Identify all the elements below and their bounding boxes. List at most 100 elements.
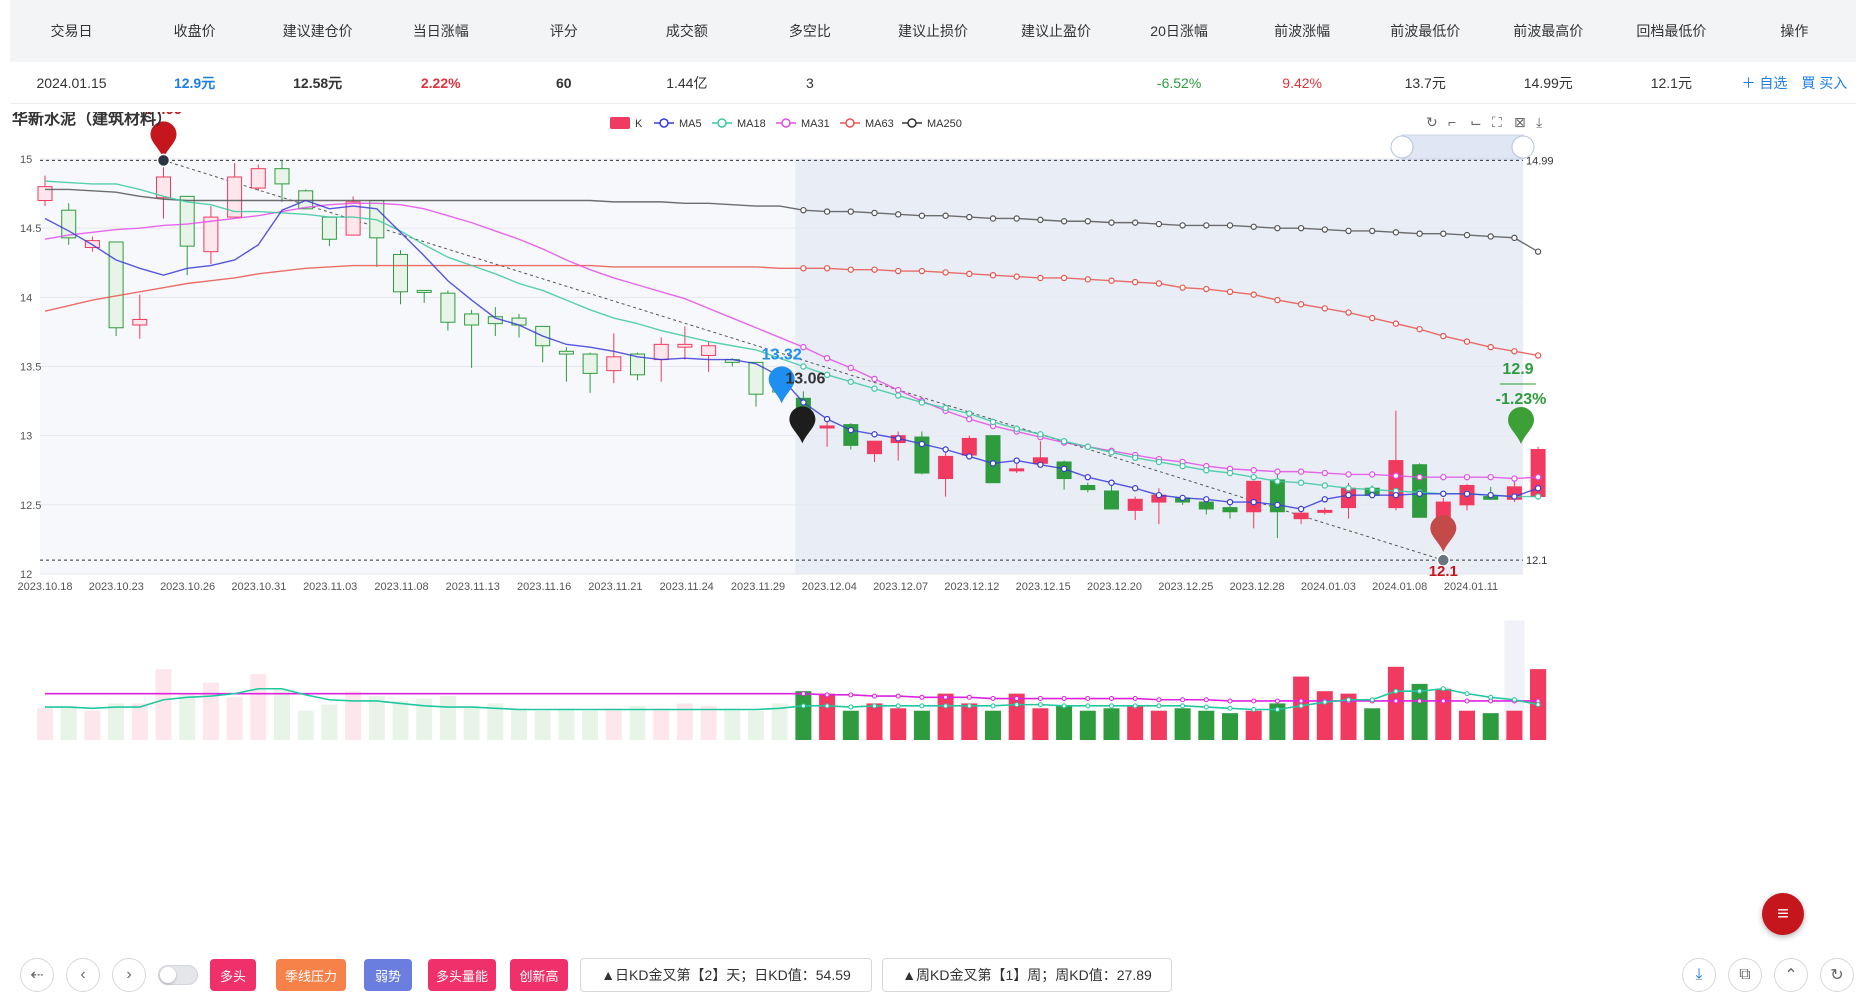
x-tick-label: 2023.12.04 <box>802 581 857 593</box>
cell-close: 12.9元 <box>173 74 216 91</box>
cell-ratio: 3 <box>806 74 814 91</box>
volume-ma-short-point <box>1393 688 1399 694</box>
ma250-line-point <box>1084 218 1092 225</box>
ma63-line-point <box>1013 273 1020 280</box>
candle-body <box>1198 501 1214 510</box>
ma18-line-point <box>1131 454 1139 461</box>
ma5-line-point <box>1297 505 1305 513</box>
volume-bar <box>179 693 196 740</box>
arrow-left-icon[interactable]: ⇠ <box>20 958 54 992</box>
ma18-line-point <box>1321 482 1329 489</box>
volume-ma-short-point <box>1274 707 1280 712</box>
ma5-line-point <box>1368 491 1376 499</box>
ma250-line-point <box>1274 224 1281 232</box>
table-header: 交易日 收盘价 建议建仓价 当日涨幅 评分 成交额 多空比 建议止损价 建议止盈价 20日涨幅 前波… <box>10 0 1856 62</box>
ma63-line-point <box>1440 332 1447 340</box>
download-icon[interactable]: ⤓ <box>1536 114 1542 130</box>
candle-body <box>1127 498 1143 511</box>
header-cell: 成交额 <box>665 23 708 39</box>
buy-button[interactable]: 買 买入 <box>1801 73 1847 93</box>
ma250-line-point <box>1392 229 1400 236</box>
volume-ma-short-point <box>1417 688 1423 694</box>
copy-icon[interactable]: ⧉ <box>1728 958 1762 992</box>
header-cell: 收盘价 <box>173 23 216 39</box>
cell-build-price: 12.58元 <box>293 74 343 91</box>
tag-bull[interactable]: 多头 <box>210 959 256 991</box>
expand-icon[interactable]: ⛶ <box>1492 114 1502 130</box>
candle-body <box>1009 468 1025 472</box>
crop-icon[interactable]: ⌐ <box>1448 114 1456 130</box>
ma31-line-point <box>966 415 973 423</box>
ma5-line-point <box>989 460 997 467</box>
close-box-icon[interactable]: ⊠ <box>1514 114 1526 130</box>
zoom-handle-left[interactable] <box>1390 135 1414 159</box>
chevron-left-icon[interactable]: ‹ <box>66 958 100 992</box>
header-cell: 前波涨幅 <box>1274 23 1331 39</box>
ma63-line-point <box>1534 352 1542 359</box>
volume-ma-long <box>45 692 1539 702</box>
refresh-icon[interactable]: ↻ <box>1820 958 1854 992</box>
ma63-line-point <box>1487 343 1494 351</box>
tag-new-high[interactable]: 创新高 <box>510 959 568 991</box>
ma18-line-point <box>918 399 926 406</box>
volume-bar <box>274 688 290 740</box>
tag-bull-volume[interactable]: 多头量能 <box>428 959 496 991</box>
x-tick-label: 2023.12.15 <box>1016 581 1071 593</box>
y-tick-label: 12.5 <box>20 500 41 512</box>
tag-weak[interactable]: 弱势 <box>364 959 412 991</box>
legend-swatch-dot <box>659 118 669 128</box>
candle-body <box>582 353 598 374</box>
last-change-label: -1.23% <box>1496 391 1547 408</box>
ma31-line-point <box>847 364 855 372</box>
volume-bar <box>1174 708 1191 740</box>
ma18-line-point <box>1155 458 1163 466</box>
ma250-line-point <box>1226 222 1234 229</box>
header-cell: 建议止损价 <box>897 23 968 39</box>
kline-chart[interactable]: 15 14.5 14 13.5 13 12.5 12 14.99 12.1 2023.10.18 2… <box>0 101 1866 944</box>
volume-bar <box>1435 688 1452 740</box>
volume-ma-long-point <box>1109 696 1114 702</box>
volume-bar <box>463 705 480 740</box>
ma31-line-point <box>1321 469 1329 477</box>
ma5-line-point <box>1274 501 1281 509</box>
menu-icon[interactable]: ≡ <box>1762 893 1804 935</box>
header-cell: 多空比 <box>788 23 831 39</box>
ref-label-high: 14.99 <box>1526 155 1554 167</box>
ma5-line-point <box>1155 491 1163 499</box>
volume-ma-long-point <box>990 696 996 702</box>
cell-pullback-low: 12.1元 <box>1650 74 1692 91</box>
zoom-handle-right[interactable] <box>1511 135 1535 159</box>
volume-bar <box>84 710 101 740</box>
ma250-line-point <box>1297 224 1305 232</box>
refresh-icon[interactable]: ↻ <box>1426 114 1438 130</box>
toggle-switch[interactable] <box>158 965 198 985</box>
candle-body <box>464 313 480 326</box>
scroll-top-icon[interactable]: ⌃ <box>1774 958 1808 992</box>
ma18-line-point <box>1250 473 1257 481</box>
ma63-line-point <box>1226 288 1234 295</box>
header-cell: 操作 <box>1780 23 1809 39</box>
ma250-line-point <box>871 209 878 217</box>
volume-bar <box>1032 708 1049 740</box>
header-cell: 回档最低价 <box>1636 23 1707 39</box>
legend-swatch-dot <box>845 118 855 128</box>
header-cell: 前波最低价 <box>1390 23 1461 39</box>
header-cell: 交易日 <box>50 23 93 39</box>
volume-bar <box>392 700 409 740</box>
volume-ma-short <box>45 687 1539 711</box>
chevron-right-icon[interactable]: › <box>112 958 146 992</box>
volume-ma-short-point <box>943 703 949 709</box>
ma250-line-point <box>895 211 902 218</box>
ma31-line-point <box>1250 467 1257 474</box>
crop-back-icon[interactable]: ⌙ <box>1470 114 1482 130</box>
volume-ma-long-point <box>1417 698 1423 704</box>
volume-ma-short-point <box>1061 703 1067 709</box>
volume-ma-long-point <box>1061 696 1067 702</box>
add-watchlist-button[interactable]: ＋ 自选 <box>1742 73 1788 93</box>
download-icon[interactable]: ⤓ <box>1682 958 1716 992</box>
volume-ma-short-point <box>1251 707 1257 712</box>
kline-chart-svg[interactable]: 15 14.5 14 13.5 13 12.5 12 14.99 12.1 2023.10.18 2… <box>0 101 1866 944</box>
tag-quarter-pressure[interactable]: 季线压力 <box>276 959 346 991</box>
volume-bar <box>913 710 930 740</box>
volume-bar <box>1364 708 1381 740</box>
